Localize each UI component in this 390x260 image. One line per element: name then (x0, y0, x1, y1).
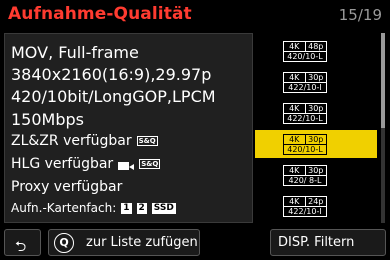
quality-badge-icon: 4K 30p 420/10-L (283, 134, 327, 155)
page-counter: 15/19 (338, 6, 382, 24)
return-arrow-icon: ⮌ (15, 239, 27, 255)
proxy-text: Proxy verfügbar (11, 179, 123, 195)
disp-filter-button[interactable]: DISP. Filtern (270, 229, 386, 256)
quality-item[interactable]: 4K 30p 420/ 8-L (255, 161, 377, 189)
slot-ssd-icon: SSD (151, 203, 176, 214)
zl-zr-text: ZL&ZR verfügbar (11, 133, 132, 149)
format-text: MOV, Full-frame (11, 43, 139, 62)
quality-item[interactable]: 4K 30p 422/10-I (255, 68, 377, 96)
quality-fps: 30p (308, 166, 324, 175)
hlg-row: HLG verfügbar S&Q (11, 156, 161, 172)
quality-fps: 30p (308, 73, 324, 82)
slot-1-icon: 1 (121, 203, 132, 214)
quality-badge-icon: 4K 24p 422/10-I (283, 196, 327, 217)
quality-fps: 48p (308, 42, 324, 51)
quality-fps: 30p (308, 104, 324, 113)
codec-text: 420/10bit/LongGOP,LPCM (11, 87, 216, 106)
quality-spec: 420/10-L (287, 52, 323, 61)
quality-res: 4K (284, 197, 306, 206)
quality-badge-icon: 4K 30p 420/ 8-L (283, 165, 327, 186)
quality-res: 4K (284, 135, 306, 144)
zl-zr-row: ZL&ZR verfügbar S&Q (11, 133, 158, 149)
quality-spec: 420/ 8-L (288, 176, 322, 185)
back-button[interactable]: ⮌ (4, 229, 41, 256)
card-slot-label: Aufn.-Kartenfach: (11, 201, 117, 215)
quality-list: 4K 48p 420/10-L 4K 30p 422/10-I 4K 30p 422/… (255, 33, 377, 223)
sq-badge-icon: S&Q (136, 136, 158, 146)
quality-item[interactable]: 4K 48p 420/10-L (255, 37, 377, 65)
sq-badge-icon: S&Q (139, 159, 161, 169)
resolution-text: 3840x2160(16:9),29.97p (11, 65, 212, 84)
quality-res: 4K (284, 104, 306, 113)
bitrate-text: 150Mbps (11, 110, 84, 129)
quality-res: 4K (284, 166, 306, 175)
quality-badge-icon: 4K 30p 422/10-I (283, 72, 327, 93)
video-camera-icon (118, 159, 135, 170)
quality-spec: 422/10-I (288, 207, 322, 216)
add-to-list-label: zur Liste zufügen (86, 235, 198, 250)
quality-spec: 422/10-I (288, 83, 322, 92)
quality-fps: 24p (308, 197, 324, 206)
q-button-icon: Q (54, 233, 74, 253)
quality-item-selected[interactable]: 4K 30p 420/10-L (255, 130, 377, 158)
quality-spec: 420/10-L (287, 145, 323, 154)
quality-res: 4K (284, 42, 306, 51)
card-slot-row: Aufn.-Kartenfach: 1 2 SSD (11, 201, 176, 215)
quality-item[interactable]: 4K 24p 422/10-I (255, 192, 377, 220)
quality-badge-icon: 4K 48p 420/10-L (283, 41, 327, 62)
hlg-text: HLG verfügbar (11, 156, 114, 172)
slot-2-icon: 2 (136, 203, 147, 214)
quality-badge-icon: 4K 30p 422/10-L (283, 103, 327, 124)
disp-filter-label: DISP. Filtern (278, 235, 355, 250)
quality-res: 4K (284, 73, 306, 82)
quality-fps: 30p (308, 135, 324, 144)
quality-item[interactable]: 4K 30p 422/10-L (255, 99, 377, 127)
scrollbar[interactable] (381, 33, 385, 223)
scrollbar-thumb[interactable] (381, 33, 385, 128)
add-to-list-button[interactable]: Q zur Liste zufügen (48, 229, 200, 256)
quality-spec: 422/10-L (287, 114, 323, 123)
page-title: Aufnahme-Qualität (8, 4, 192, 24)
